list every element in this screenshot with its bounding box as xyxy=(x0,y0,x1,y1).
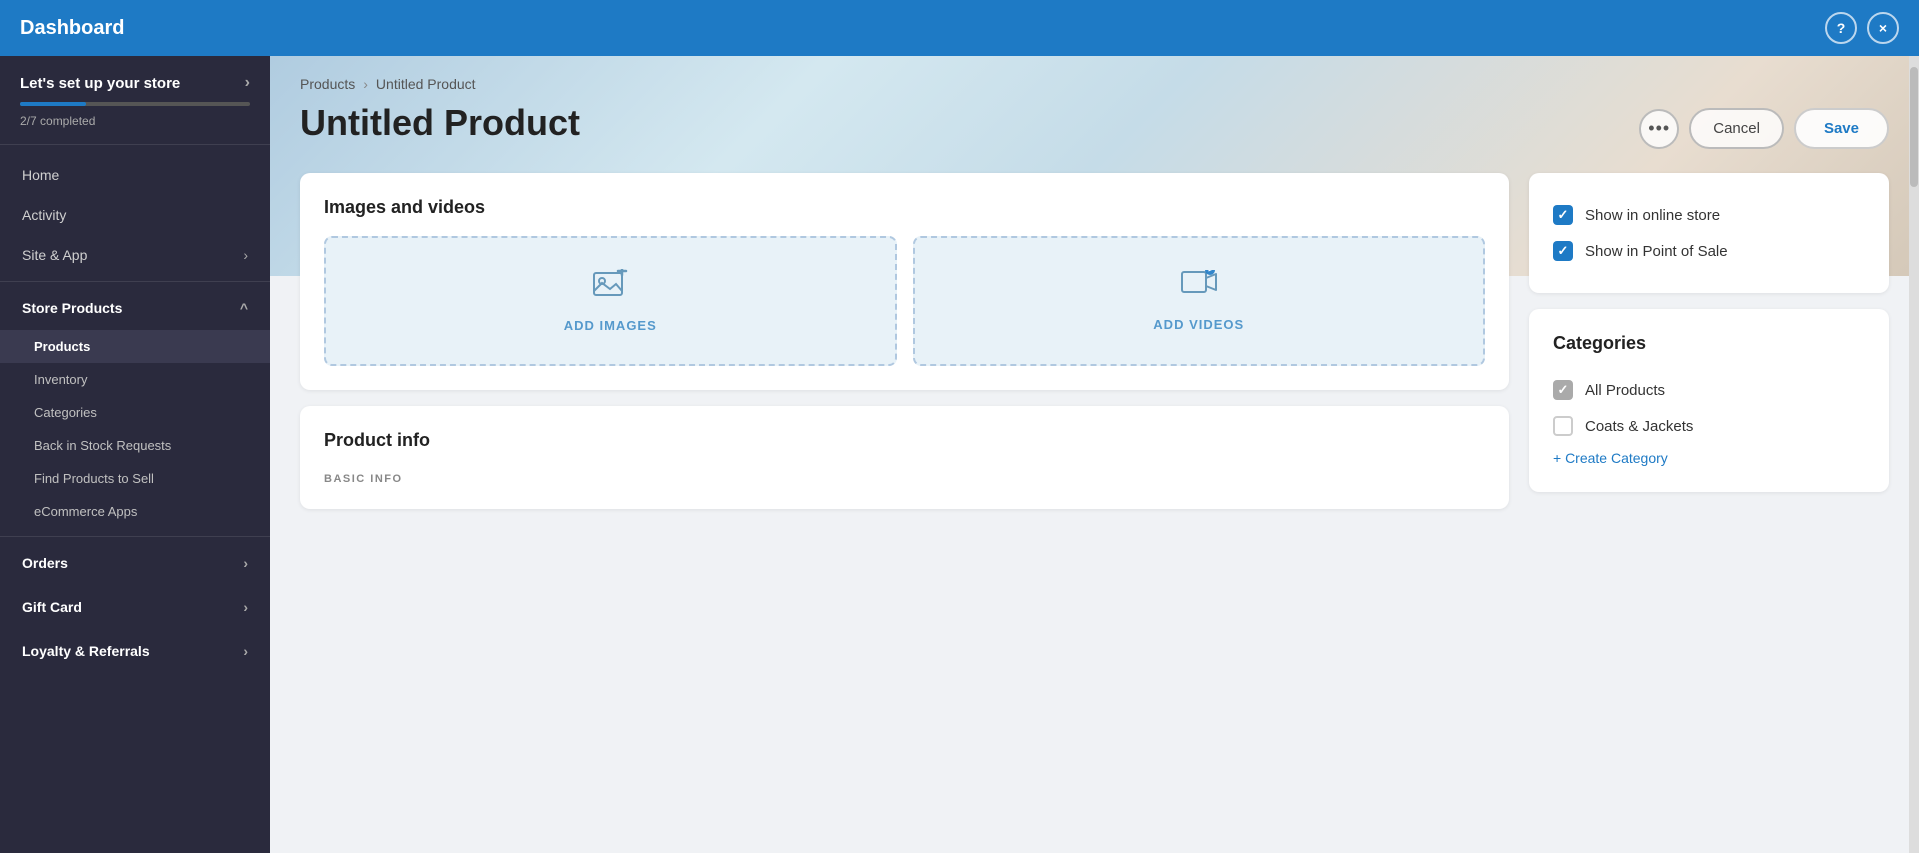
category-all-products: All Products xyxy=(1553,372,1865,408)
help-button[interactable]: ? xyxy=(1825,12,1857,44)
site-app-chevron: › xyxy=(243,247,248,263)
sidebar-item-products[interactable]: Products xyxy=(0,330,270,363)
breadcrumb-current: Untitled Product xyxy=(376,76,476,92)
store-products-chevron: ^ xyxy=(240,300,248,316)
sidebar-item-activity-label: Activity xyxy=(22,207,66,223)
cancel-button[interactable]: Cancel xyxy=(1689,108,1784,149)
show-online-store-checkbox[interactable] xyxy=(1553,205,1573,225)
back-stock-label: Back in Stock Requests xyxy=(34,438,171,453)
title-actions: ••• Cancel Save xyxy=(1639,108,1889,149)
products-label: Products xyxy=(34,339,90,354)
save-button[interactable]: Save xyxy=(1794,108,1889,149)
images-videos-title: Images and videos xyxy=(324,197,1485,218)
store-products-subnav: Products Inventory Categories Back in St… xyxy=(0,328,270,530)
setup-count: 2/7 completed xyxy=(20,114,95,128)
orders-chevron: › xyxy=(243,555,248,571)
progress-bar-fill xyxy=(20,102,86,106)
coats-jackets-label: Coats & Jackets xyxy=(1585,418,1693,435)
show-pos-checkbox[interactable] xyxy=(1553,241,1573,261)
find-products-label: Find Products to Sell xyxy=(34,471,154,486)
inventory-label: Inventory xyxy=(34,372,87,387)
sidebar-item-loyalty[interactable]: Loyalty & Referrals › xyxy=(0,631,270,671)
ecommerce-apps-label: eCommerce Apps xyxy=(34,504,137,519)
categories-card: Categories All Products Coats & Jackets … xyxy=(1529,309,1889,492)
dashboard-title: Dashboard xyxy=(20,17,124,40)
visibility-card: Show in online store Show in Point of Sa… xyxy=(1529,173,1889,293)
images-videos-card: Images and videos xyxy=(300,173,1509,390)
show-pos-label: Show in Point of Sale xyxy=(1585,243,1728,260)
nav-divider-1 xyxy=(0,281,270,282)
all-products-checkbox[interactable] xyxy=(1553,380,1573,400)
sidebar-item-activity[interactable]: Activity xyxy=(0,195,270,235)
all-products-label: All Products xyxy=(1585,382,1665,399)
close-button[interactable]: × xyxy=(1867,12,1899,44)
product-right-column: Show in online store Show in Point of Sa… xyxy=(1529,173,1889,492)
breadcrumb: Products › Untitled Product xyxy=(300,76,1889,92)
add-images-label: ADD IMAGES xyxy=(564,318,657,333)
nav-section: Home Activity Site & App › Store Product… xyxy=(0,145,270,681)
media-grid: ADD IMAGES xyxy=(324,236,1485,366)
add-videos-label: ADD VIDEOS xyxy=(1153,317,1244,332)
sidebar-item-gift-card[interactable]: Gift Card › xyxy=(0,587,270,627)
orders-label: Orders xyxy=(22,555,68,571)
scrollbar-thumb[interactable] xyxy=(1910,67,1918,187)
add-videos-box[interactable]: ADD VIDEOS xyxy=(913,236,1486,366)
show-online-store-label: Show in online store xyxy=(1585,207,1720,224)
more-options-button[interactable]: ••• xyxy=(1639,109,1679,149)
content-area: Products › Untitled Product Untitled Pro… xyxy=(270,56,1919,853)
add-images-box[interactable]: ADD IMAGES xyxy=(324,236,897,366)
product-page: Products › Untitled Product Untitled Pro… xyxy=(270,56,1919,853)
progress-bar-bg xyxy=(20,102,250,106)
setup-section: Let's set up your store › 2/7 completed xyxy=(0,56,270,145)
product-columns: Images and videos xyxy=(300,173,1889,509)
create-category-link[interactable]: + Create Category xyxy=(1553,450,1668,466)
gift-card-chevron: › xyxy=(243,599,248,615)
sidebar-item-orders[interactable]: Orders › xyxy=(0,543,270,583)
sidebar-item-site-app[interactable]: Site & App › xyxy=(0,235,270,275)
breadcrumb-parent[interactable]: Products xyxy=(300,76,355,92)
coats-jackets-checkbox[interactable] xyxy=(1553,416,1573,436)
setup-title[interactable]: Let's set up your store › xyxy=(20,74,250,92)
video-icon xyxy=(1180,270,1218,307)
visibility-pos: Show in Point of Sale xyxy=(1553,233,1865,269)
sidebar: Let's set up your store › 2/7 completed … xyxy=(0,56,270,853)
basic-info-label: BASIC INFO xyxy=(324,469,1485,485)
product-title-row: Untitled Product ••• Cancel Save xyxy=(300,102,1889,149)
sidebar-item-inventory[interactable]: Inventory xyxy=(0,363,270,396)
store-products-label: Store Products xyxy=(22,300,122,316)
setup-chevron: › xyxy=(245,74,250,92)
sidebar-item-store-products[interactable]: Store Products ^ xyxy=(0,288,270,328)
sidebar-item-home[interactable]: Home xyxy=(0,155,270,195)
category-coats-jackets: Coats & Jackets xyxy=(1553,408,1865,444)
product-title: Untitled Product xyxy=(300,102,580,144)
product-info-title: Product info xyxy=(324,430,1485,451)
gift-card-label: Gift Card xyxy=(22,599,82,615)
sidebar-item-categories[interactable]: Categories xyxy=(0,396,270,429)
sidebar-item-back-stock[interactable]: Back in Stock Requests xyxy=(0,429,270,462)
categories-label: Categories xyxy=(34,405,97,420)
loyalty-label: Loyalty & Referrals xyxy=(22,643,150,659)
image-icon xyxy=(592,269,628,308)
sidebar-item-site-app-label: Site & App xyxy=(22,247,87,263)
sidebar-item-find-products[interactable]: Find Products to Sell xyxy=(0,462,270,495)
top-bar-actions: ? × xyxy=(1825,12,1899,44)
loyalty-chevron: › xyxy=(243,643,248,659)
product-main-column: Images and videos xyxy=(300,173,1509,509)
visibility-online-store: Show in online store xyxy=(1553,197,1865,233)
breadcrumb-separator: › xyxy=(363,76,368,92)
scrollbar-track[interactable] xyxy=(1909,56,1919,853)
categories-title: Categories xyxy=(1553,333,1865,354)
setup-title-text: Let's set up your store xyxy=(20,75,180,92)
product-info-card: Product info BASIC INFO xyxy=(300,406,1509,509)
sidebar-item-home-label: Home xyxy=(22,167,59,183)
top-bar: Dashboard ? × xyxy=(0,0,1919,56)
sidebar-item-ecommerce-apps[interactable]: eCommerce Apps xyxy=(0,495,270,528)
nav-divider-2 xyxy=(0,536,270,537)
